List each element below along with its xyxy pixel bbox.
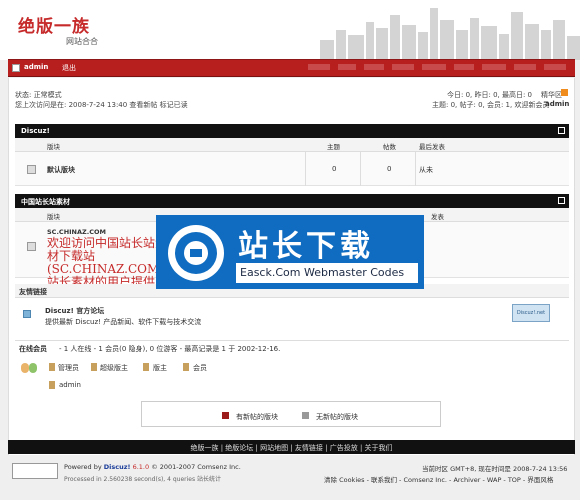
powered-label: Powered by (64, 463, 102, 471)
topic-stats: 主题: 0, 帖子: 0, 会员: 1, 欢迎新会员 (432, 101, 550, 109)
footer-link[interactable]: 网站地图 (260, 444, 288, 452)
footer-link[interactable]: 广告投放 (330, 444, 358, 452)
legend-no-new: 无新帖的版块 (316, 413, 358, 421)
brand-link[interactable]: Discuz! (104, 463, 131, 471)
collapse-icon[interactable] (558, 127, 565, 134)
friend-site-link[interactable]: Discuz! 官方论坛 (45, 306, 104, 316)
site-logo-subtitle: 网站合合 (66, 37, 98, 46)
header-banner: 绝版一族 网站合合 (0, 0, 580, 60)
forum-status-icon (27, 242, 36, 251)
forum-topics-count: 0 (332, 165, 337, 173)
watermark-banner: 站长下载 Easck.Com Webmaster Codes (156, 215, 424, 289)
nav-link[interactable] (454, 64, 474, 70)
nav-link[interactable] (308, 64, 330, 70)
city-skyline-image (320, 8, 580, 60)
new-member-link[interactable]: admin (545, 100, 569, 108)
watermark-title: 站长下载 (238, 229, 374, 264)
user-icon (12, 64, 20, 72)
rss-icon[interactable] (561, 89, 568, 96)
bottom-links[interactable]: 清除 Cookies - 联系我们 - Comsenz Inc. - Archi… (324, 474, 553, 484)
admin-role-icon (49, 363, 55, 371)
admin-role-icon (49, 381, 55, 389)
friend-site-desc: 提供最新 Discuz! 产品新闻、软件下载与技术交流 (45, 318, 202, 326)
timezone-info: 当前时区 GMT+8, 现在时间是 2008-7-24 13:56 (422, 465, 568, 473)
legend-mod: 版主 (153, 364, 167, 372)
mod-icon (143, 363, 149, 371)
online-summary: - 1 人在线 - 1 会员(0 隐身), 0 位游客 - 最高记录是 1 于 … (59, 345, 281, 353)
legend-super-mod: 超级版主 (100, 364, 128, 372)
powered-by-logo[interactable] (12, 463, 58, 479)
legend-new: 有新帖的版块 (236, 413, 278, 421)
collapse-icon[interactable] (558, 197, 565, 204)
online-title: 在线会员 (19, 345, 47, 353)
nav-link[interactable] (392, 64, 414, 70)
watermark-logo-icon (168, 225, 224, 281)
site-logo-title[interactable]: 绝版一族 (18, 12, 90, 37)
section-title[interactable]: Discuz! (21, 127, 50, 135)
online-user-link[interactable]: admin (59, 381, 81, 389)
status-mode: 状态: 正常模式 (15, 91, 62, 99)
digest-link[interactable]: 精华区 (541, 90, 562, 100)
col-last-post: 最后发表 (419, 143, 445, 151)
column-divider (415, 152, 416, 186)
forum-status-icon (27, 165, 36, 174)
member-icon (183, 363, 189, 371)
last-visit-info[interactable]: 您上次访问是在: 2008-7-24 13:40 查看新帖 标记已读 (15, 100, 188, 110)
super-mod-icon (91, 363, 97, 371)
section-title[interactable]: 中国站长站素材 (21, 198, 70, 206)
footer-link[interactable]: 绝版一族 (190, 444, 218, 452)
column-divider (360, 152, 361, 186)
legend-admin: 管理员 (58, 364, 79, 372)
nav-link[interactable] (514, 64, 536, 70)
col-topics: 主题 (327, 143, 340, 151)
processed-info: Processed in 2.560238 second(s), 4 queri… (64, 476, 221, 483)
nav-link[interactable] (482, 64, 506, 70)
footer-link[interactable]: 绝版论坛 (225, 444, 253, 452)
section-header-chinaz: 中国站长站素材 (15, 194, 569, 208)
today-stats: 今日: 0, 昨日: 0, 最高日: 0 (447, 91, 533, 99)
col-last-post: 发表 (431, 213, 444, 221)
table-row: 默认版块 0 0 从未 (15, 152, 569, 186)
nav-link[interactable] (422, 64, 446, 70)
powered-line: Powered by Discuz! 6.1.0 © 2001-2007 Com… (64, 463, 241, 471)
forum-last-post: 从未 (419, 166, 433, 174)
forum-description: 欢迎访问中国站长站素材下载站(SC.CHINAZ.COM) 站长素材的用户提供 (47, 236, 168, 289)
copyright: © 2001-2007 Comsenz Inc. (151, 463, 241, 471)
nav-link[interactable] (364, 64, 384, 70)
version: 6.1.0 (132, 463, 150, 471)
legend-member: 会员 (193, 364, 207, 372)
nav-links (308, 64, 568, 72)
col-forum: 版块 (47, 143, 60, 151)
link-icon (23, 310, 31, 318)
column-divider (305, 152, 306, 186)
username-link[interactable]: admin (24, 63, 48, 71)
col-forum: 版块 (47, 213, 60, 221)
new-posts-icon (222, 412, 229, 419)
forum-legend-box: 有新帖的版块 无新帖的版块 (141, 401, 441, 427)
forum-posts-count: 0 (387, 165, 392, 173)
footer-link[interactable]: 关于我们 (365, 444, 393, 452)
footer-link[interactable]: 友情链接 (295, 444, 323, 452)
no-new-posts-icon (302, 412, 309, 419)
discuz-badge[interactable]: Discuz!.net (512, 304, 550, 322)
nav-link[interactable] (544, 64, 566, 70)
forum-name-link[interactable]: SC.CHINAZ.COM (47, 228, 106, 236)
section-header-discuz: Discuz! (15, 124, 569, 138)
col-posts: 帖数 (383, 143, 396, 151)
top-navbar: admin 退出 (8, 59, 575, 77)
logout-link[interactable]: 退出 (62, 63, 76, 73)
footer-nav: 绝版一族 | 绝版论坛 | 网站地图 | 友情链接 | 广告投放 | 关于我们 (8, 440, 575, 454)
online-users-icon (21, 361, 39, 375)
forum-name-link[interactable]: 默认版块 (47, 165, 75, 175)
table-header: 版块 主题 帖数 最后发表 (15, 138, 569, 152)
watermark-subtitle: Easck.Com Webmaster Codes (240, 266, 405, 279)
bottom-info: Powered by Discuz! 6.1.0 © 2001-2007 Com… (8, 455, 575, 495)
nav-link[interactable] (338, 64, 356, 70)
online-header: 在线会员 - 1 人在线 - 1 会员(0 隐身), 0 位游客 - 最高记录是… (15, 340, 569, 353)
